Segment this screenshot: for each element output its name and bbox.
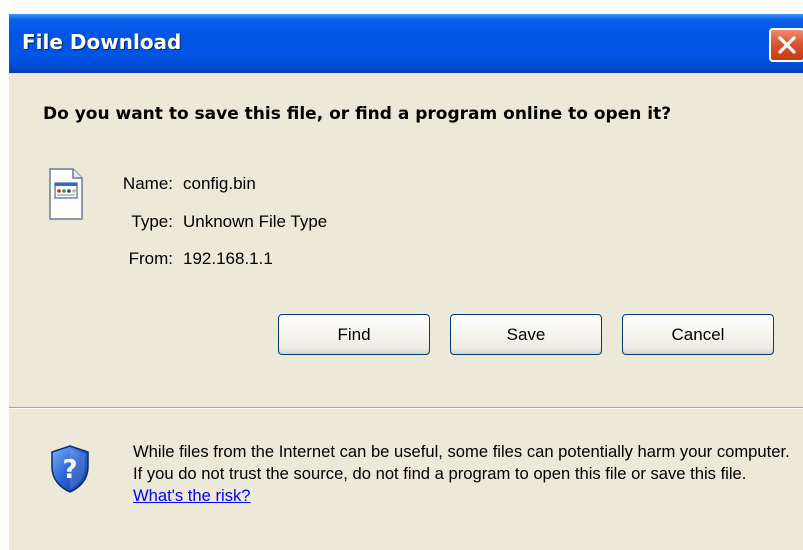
save-button[interactable]: Save	[450, 314, 602, 355]
type-value: Unknown File Type	[183, 212, 328, 231]
file-download-dialog: File Download Do you want to save this f…	[9, 14, 803, 550]
warning-text: While files from the Internet can be use…	[133, 442, 790, 483]
title-bar[interactable]: File Download	[9, 14, 803, 73]
name-value: config.bin	[183, 174, 256, 193]
close-button[interactable]	[769, 28, 803, 62]
section-divider-highlight	[9, 408, 803, 409]
shield-question-icon: ?	[51, 445, 89, 493]
close-icon	[778, 36, 796, 54]
svg-text:?: ?	[62, 455, 77, 485]
from-value: 192.168.1.1	[183, 249, 273, 268]
security-warning: While files from the Internet can be use…	[133, 441, 798, 507]
cancel-button[interactable]: Cancel	[622, 314, 774, 355]
window-title: File Download	[22, 30, 182, 54]
name-label: Name:	[122, 174, 173, 193]
from-label: From:	[128, 249, 173, 268]
find-button[interactable]: Find	[278, 314, 430, 355]
whats-the-risk-link[interactable]: What's the risk?	[133, 486, 251, 505]
download-question: Do you want to save this file, or find a…	[43, 104, 672, 124]
type-label: Type:	[131, 212, 173, 231]
